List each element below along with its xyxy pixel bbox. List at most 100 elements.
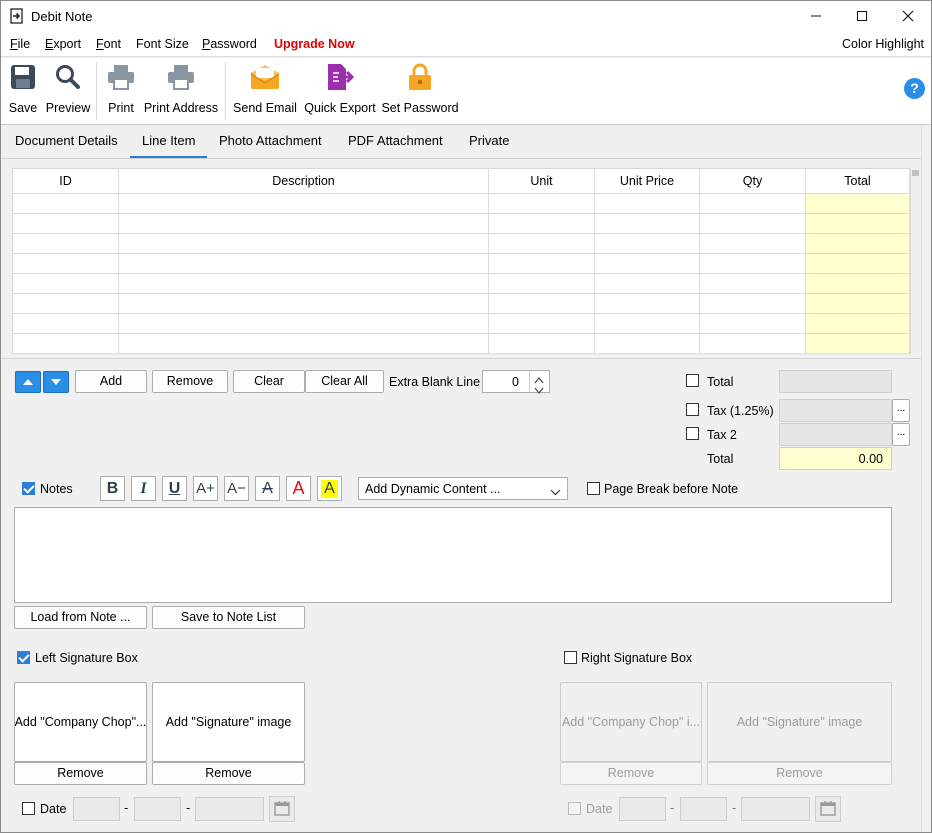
table-cell[interactable]: [595, 314, 700, 334]
quick-export-button[interactable]: Quick Export: [303, 62, 377, 120]
column-header[interactable]: Unit Price: [595, 169, 700, 194]
table-cell[interactable]: [13, 214, 119, 234]
table-cell[interactable]: [489, 314, 595, 334]
table-cell[interactable]: [700, 194, 806, 214]
tax2-options-button[interactable]: ...: [892, 423, 910, 446]
left-signature-remove-button[interactable]: Remove: [152, 762, 305, 785]
spinner-down-icon[interactable]: [534, 383, 544, 397]
column-header[interactable]: Description: [119, 169, 489, 194]
table-cell[interactable]: [13, 194, 119, 214]
save-to-note-list-button[interactable]: Save to Note List: [152, 606, 305, 629]
table-cell[interactable]: [700, 234, 806, 254]
tab-photo-attachment[interactable]: Photo Attachment: [207, 126, 334, 158]
move-down-button[interactable]: [43, 371, 69, 393]
table-cell[interactable]: [489, 294, 595, 314]
table-cell[interactable]: [700, 334, 806, 354]
left-calendar-button[interactable]: [269, 796, 295, 822]
table-cell[interactable]: [595, 334, 700, 354]
table-cell[interactable]: [700, 294, 806, 314]
table-cell[interactable]: [806, 234, 910, 254]
left-company-chop-box[interactable]: Add "Company Chop"...: [14, 682, 147, 762]
set-password-button[interactable]: Set Password: [380, 62, 460, 120]
table-cell[interactable]: [13, 314, 119, 334]
table-cell[interactable]: [806, 314, 910, 334]
table-cell[interactable]: [119, 194, 489, 214]
tab-document-details[interactable]: Document Details: [3, 126, 130, 158]
help-icon[interactable]: ?: [904, 78, 925, 99]
print-button[interactable]: Print: [104, 62, 138, 120]
tab-pdf-attachment[interactable]: PDF Attachment: [336, 126, 455, 158]
underline-button[interactable]: U: [162, 476, 187, 501]
dynamic-content-dropdown[interactable]: Add Dynamic Content ...: [358, 477, 568, 500]
bold-button[interactable]: B: [100, 476, 125, 501]
menu-upgrade-now[interactable]: Upgrade Now: [274, 37, 355, 51]
maximize-button[interactable]: [839, 1, 885, 31]
table-cell[interactable]: [700, 274, 806, 294]
left-signature-image-box[interactable]: Add "Signature" image: [152, 682, 305, 762]
notes-textarea[interactable]: [14, 507, 892, 603]
table-cell[interactable]: [806, 274, 910, 294]
page-scrollbar[interactable]: [921, 126, 931, 832]
table-cell[interactable]: [119, 334, 489, 354]
right-signature-checkbox[interactable]: [564, 651, 577, 664]
save-button[interactable]: Save: [5, 62, 41, 120]
menu-export[interactable]: Export: [45, 37, 81, 51]
add-line-button[interactable]: Add: [75, 370, 147, 393]
table-cell[interactable]: [119, 254, 489, 274]
table-cell[interactable]: [806, 194, 910, 214]
preview-button[interactable]: Preview: [44, 62, 92, 120]
table-cell[interactable]: [806, 334, 910, 354]
grid-scrollbar[interactable]: [911, 168, 920, 354]
table-cell[interactable]: [119, 234, 489, 254]
font-grow-button[interactable]: A+: [193, 476, 218, 501]
table-cell[interactable]: [13, 294, 119, 314]
column-header[interactable]: Unit: [489, 169, 595, 194]
italic-button[interactable]: I: [131, 476, 156, 501]
tab-private[interactable]: Private: [457, 126, 521, 158]
table-cell[interactable]: [119, 214, 489, 234]
left-signature-checkbox[interactable]: [17, 651, 30, 664]
menu-font-size[interactable]: Font Size: [136, 37, 189, 51]
table-cell[interactable]: [700, 214, 806, 234]
clear-all-button[interactable]: Clear All: [305, 370, 384, 393]
table-cell[interactable]: [595, 274, 700, 294]
font-shrink-button[interactable]: A−: [224, 476, 249, 501]
table-cell[interactable]: [806, 254, 910, 274]
table-cell[interactable]: [806, 294, 910, 314]
notes-checkbox[interactable]: [22, 482, 35, 495]
menu-file[interactable]: File: [10, 37, 30, 51]
color-highlight-toggle[interactable]: Color Highlight: [842, 37, 924, 51]
table-cell[interactable]: [595, 214, 700, 234]
tab-line-item[interactable]: Line Item: [130, 126, 208, 158]
table-cell[interactable]: [119, 294, 489, 314]
table-cell[interactable]: [489, 274, 595, 294]
table-cell[interactable]: [595, 294, 700, 314]
total-checkbox[interactable]: [686, 374, 699, 387]
table-cell[interactable]: [119, 314, 489, 334]
page-break-checkbox[interactable]: [587, 482, 600, 495]
clear-button[interactable]: Clear: [233, 370, 305, 393]
line-item-table[interactable]: ID Description Unit Unit Price Qty Total: [12, 168, 911, 354]
font-color-button[interactable]: A: [286, 476, 311, 501]
strikethrough-button[interactable]: A: [255, 476, 280, 501]
left-chop-remove-button[interactable]: Remove: [14, 762, 147, 785]
table-cell[interactable]: [489, 254, 595, 274]
tax1-checkbox[interactable]: [686, 403, 699, 416]
minimize-button[interactable]: [793, 1, 839, 31]
table-cell[interactable]: [595, 234, 700, 254]
remove-line-button[interactable]: Remove: [152, 370, 228, 393]
close-button[interactable]: [885, 1, 931, 31]
tax1-options-button[interactable]: ...: [892, 399, 910, 422]
table-cell[interactable]: [700, 314, 806, 334]
table-cell[interactable]: [595, 194, 700, 214]
table-cell[interactable]: [13, 274, 119, 294]
table-cell[interactable]: [489, 234, 595, 254]
tax2-checkbox[interactable]: [686, 427, 699, 440]
table-cell[interactable]: [595, 254, 700, 274]
table-cell[interactable]: [13, 334, 119, 354]
menu-font[interactable]: Font: [96, 37, 121, 51]
table-cell[interactable]: [13, 254, 119, 274]
load-from-note-button[interactable]: Load from Note ...: [14, 606, 147, 629]
table-cell[interactable]: [700, 254, 806, 274]
column-header[interactable]: Qty: [700, 169, 806, 194]
